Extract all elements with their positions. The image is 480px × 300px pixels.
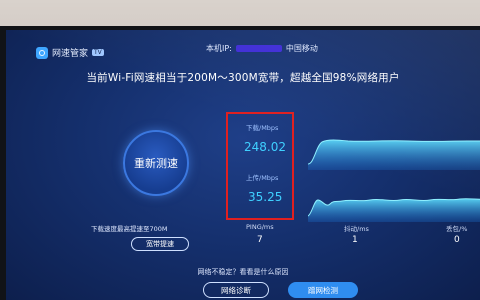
upload-value: 35.25	[248, 190, 283, 204]
isp-label: 中国移动	[285, 44, 318, 53]
network-diagnosis-button[interactable]: 网络诊断	[203, 282, 269, 298]
ping-label: PING/ms	[246, 223, 274, 231]
ip-label: 本机IP:	[206, 44, 232, 53]
app-brand: 网速管家 TV	[36, 46, 104, 59]
tv-screen: 网速管家 TV 本机IP: 中国移动 当前Wi-Fi网速相当于200M～300M…	[6, 30, 480, 300]
wifi-leech-check-button[interactable]: 蹭网检测	[288, 282, 358, 298]
jitter-label: 抖动/ms	[344, 225, 369, 233]
ip-info: 本机IP: 中国移动	[206, 43, 318, 54]
download-value: 248.02	[244, 140, 286, 154]
packet-loss-label: 丢包/%	[446, 225, 468, 233]
speedup-tip: 下载速度最高提速至700M	[91, 225, 168, 233]
packet-loss-value: 0	[454, 235, 460, 245]
download-graph-area	[308, 140, 480, 170]
result-headline: 当前Wi-Fi网速相当于200M～300M宽带，超越全国98%网络用户	[86, 72, 400, 84]
ping-value: 7	[257, 235, 263, 245]
unstable-network-prompt: 网络不稳定？看看是什么原因	[197, 268, 289, 276]
app-logo-icon	[36, 46, 48, 59]
jitter-value: 1	[352, 235, 358, 245]
tv-badge: TV	[92, 49, 104, 56]
app-name: 网速管家	[52, 49, 89, 59]
ip-redaction-mask	[235, 45, 282, 52]
bandwidth-boost-button[interactable]: 宽带提速	[131, 237, 189, 251]
upload-speed-graph	[308, 198, 480, 222]
upload-label: 上传/Mbps	[246, 174, 279, 182]
download-label: 下载/Mbps	[246, 124, 279, 132]
download-speed-graph	[308, 139, 480, 170]
retest-button[interactable]: 重新测速	[123, 130, 189, 196]
